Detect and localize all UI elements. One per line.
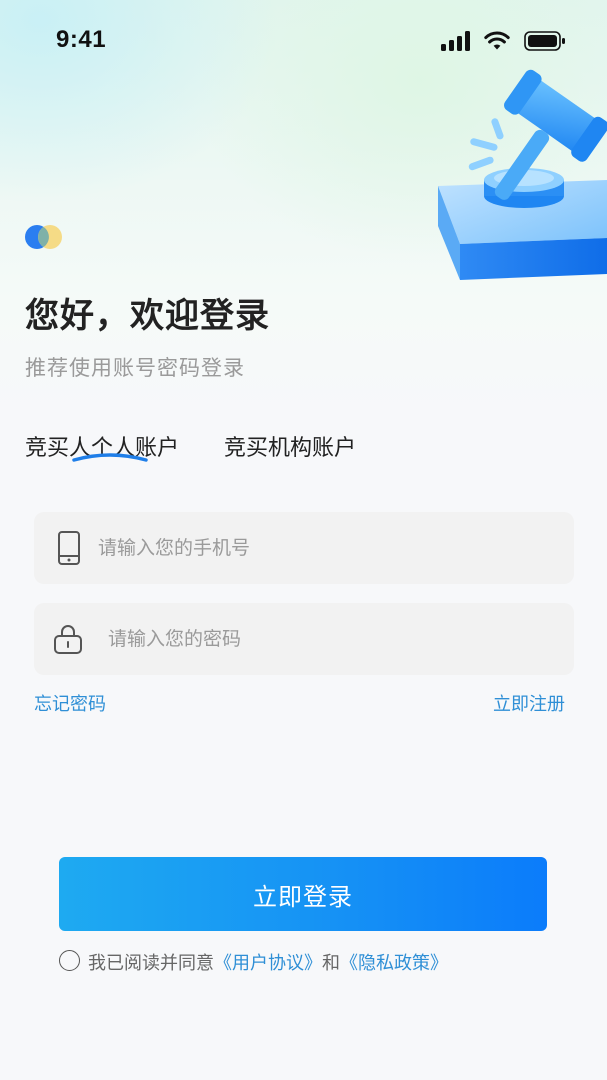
privacy-policy-link[interactable]: 《隐私政策》 [340, 953, 448, 974]
app-logo-icon [25, 225, 62, 249]
wifi-icon [484, 31, 510, 50]
password-field[interactable] [34, 603, 574, 675]
forgot-password-link[interactable]: 忘记密码 [34, 690, 106, 716]
lock-icon [54, 625, 82, 654]
password-input[interactable] [108, 603, 568, 675]
phone-input[interactable] [98, 512, 558, 584]
user-agreement-link[interactable]: 《用户协议》 [214, 953, 322, 974]
register-link[interactable]: 立即注册 [493, 690, 565, 716]
battery-icon [524, 31, 565, 51]
agreement-and: 和 [322, 953, 340, 974]
agreement-text: 我已阅读并同意《用户协议》和《隐私政策》 [88, 949, 448, 975]
phone-icon [58, 531, 80, 565]
phone-field[interactable] [34, 512, 574, 584]
active-tab-indicator [72, 453, 148, 462]
tab-organization-account[interactable]: 竞买机构账户 [224, 430, 356, 462]
cellular-signal-icon [441, 31, 470, 51]
agreement-checkbox[interactable] [59, 950, 80, 971]
auction-gavel-icon [438, 69, 607, 280]
page-title: 您好，欢迎登录 [25, 296, 270, 336]
login-button[interactable]: 立即登录 [59, 857, 547, 931]
status-time: 9:41 [56, 26, 107, 53]
page-subtitle: 推荐使用账号密码登录 [25, 356, 245, 380]
agreement-prefix: 我已阅读并同意 [88, 953, 214, 974]
